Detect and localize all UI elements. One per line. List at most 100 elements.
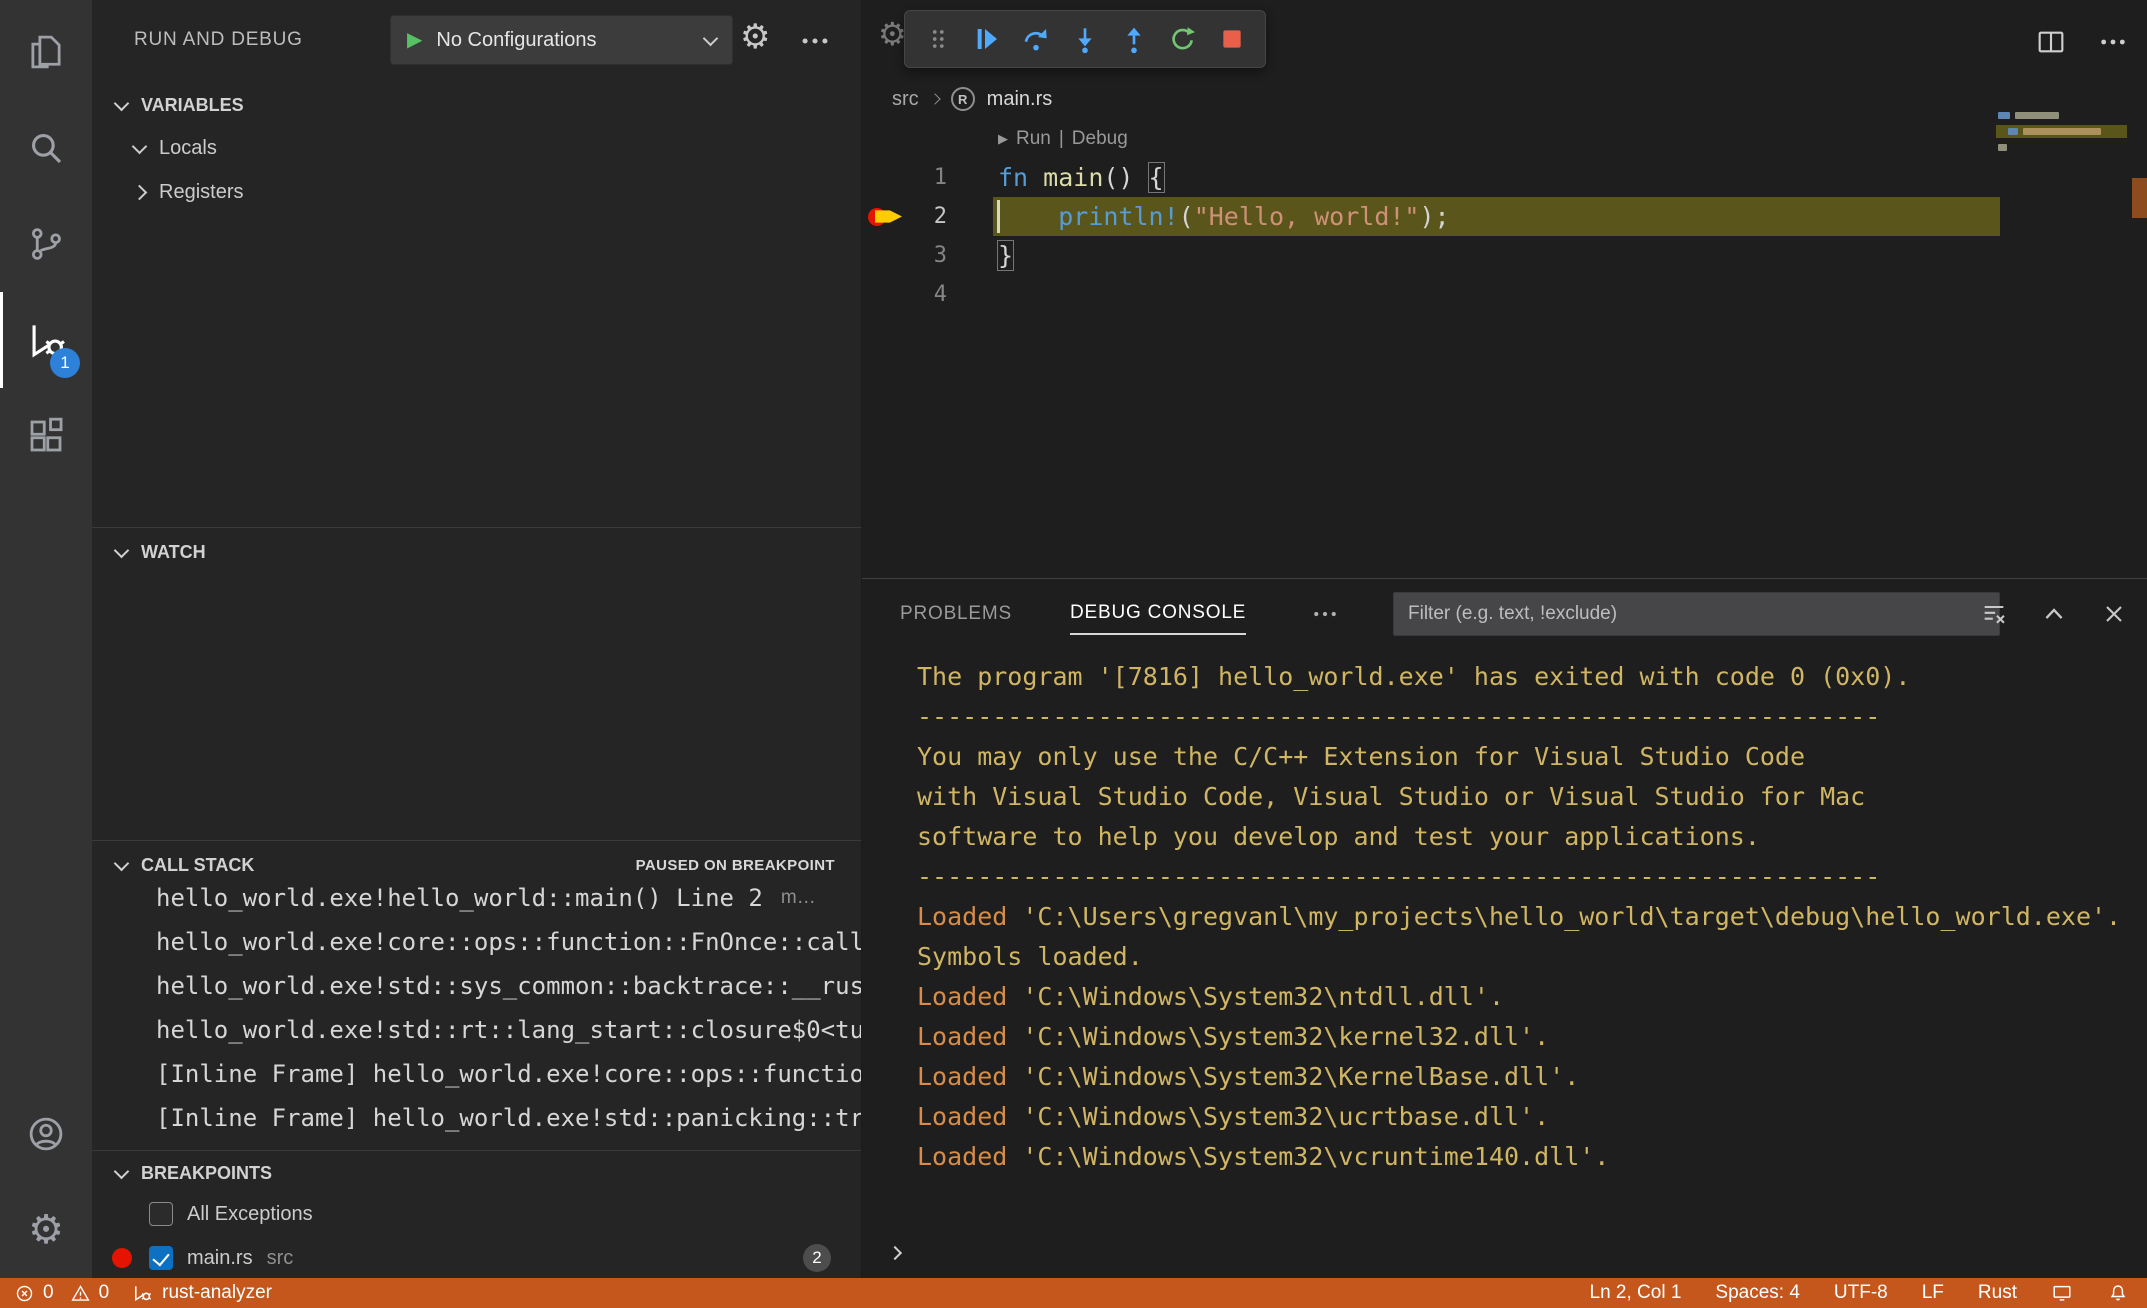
step-into-button[interactable] bbox=[1065, 17, 1105, 61]
gutter[interactable]: 3 bbox=[862, 236, 993, 275]
breakpoint-label: main.rs bbox=[187, 1247, 253, 1270]
line-number: 4 bbox=[934, 282, 947, 307]
codelens-run-link[interactable]: Run bbox=[1016, 128, 1051, 150]
section-watch-header[interactable]: WATCH bbox=[92, 531, 861, 573]
breakpoint-row-all-exceptions[interactable]: All Exceptions bbox=[92, 1192, 861, 1236]
split-editor-button[interactable] bbox=[2033, 20, 2069, 64]
code-content-current-line: println!("Hello, world!"); bbox=[993, 197, 2000, 236]
code-line-2: 2 println!("Hello, world!"); bbox=[862, 197, 2000, 236]
activity-item-explorer[interactable] bbox=[0, 4, 92, 100]
stack-frame[interactable]: [Inline Frame] hello_world.exe!core::ops… bbox=[92, 1052, 861, 1096]
activity-item-search[interactable] bbox=[0, 100, 92, 196]
gear-icon[interactable]: ⚙ bbox=[878, 18, 907, 50]
activity-item-extensions[interactable] bbox=[0, 388, 92, 484]
rust-analyzer-status[interactable]: rust-analyzer bbox=[131, 1282, 272, 1305]
console-line: ----------------------------------------… bbox=[917, 697, 2127, 737]
frame-label: hello_world.exe!core::ops::function::FnO… bbox=[156, 928, 861, 956]
code-content: } bbox=[993, 236, 2000, 275]
activity-item-source-control[interactable] bbox=[0, 196, 92, 292]
breakpoint-path: src bbox=[267, 1247, 294, 1270]
language-status[interactable]: Rust bbox=[1978, 1282, 2017, 1304]
cursor-position[interactable]: Ln 2, Col 1 bbox=[1590, 1282, 1682, 1304]
code-line-4: 4 bbox=[862, 275, 2000, 314]
panel-more-actions-button[interactable] bbox=[1310, 599, 1340, 629]
rust-analyzer-label: rust-analyzer bbox=[162, 1282, 272, 1304]
tree-item-registers[interactable]: Registers bbox=[92, 170, 861, 214]
stack-frame[interactable]: hello_world.exe!std::rt::lang_start::clo… bbox=[92, 1008, 861, 1052]
debug-settings-gear-icon[interactable]: ⚙ bbox=[740, 20, 770, 54]
minimap[interactable] bbox=[1998, 112, 2125, 208]
code-editor[interactable]: ▶ Run | Debug 1 fn main() { bbox=[862, 119, 2000, 314]
editor-more-actions-button[interactable] bbox=[2095, 20, 2131, 64]
stack-frame[interactable]: hello_world.exe!hello_world::main() Line… bbox=[92, 876, 861, 920]
indent-status[interactable]: Spaces: 4 bbox=[1715, 1282, 1800, 1304]
remote-icon[interactable] bbox=[2051, 1282, 2073, 1304]
tree-item-locals[interactable]: Locals bbox=[92, 126, 861, 170]
frame-source: m… bbox=[781, 887, 816, 909]
console-line: Loaded 'C:\Users\gregvanl\my_projects\he… bbox=[917, 897, 2127, 977]
activity-item-accounts[interactable] bbox=[0, 1086, 92, 1182]
continue-button[interactable] bbox=[967, 17, 1007, 61]
tree-item-label: Registers bbox=[159, 181, 243, 204]
checkbox-unchecked[interactable] bbox=[149, 1202, 173, 1226]
notifications-bell-icon[interactable] bbox=[2107, 1282, 2129, 1304]
panel-actions bbox=[1979, 592, 2129, 636]
section-breakpoints-header[interactable]: BREAKPOINTS bbox=[92, 1152, 861, 1194]
section-divider bbox=[92, 1150, 861, 1151]
toolbar-grip-handle[interactable] bbox=[918, 17, 958, 61]
gutter[interactable]: 2 bbox=[862, 197, 993, 236]
close-panel-button[interactable] bbox=[2099, 599, 2129, 629]
tab-problems[interactable]: PROBLEMS bbox=[900, 603, 1012, 625]
stack-frame[interactable]: hello_world.exe!core::ops::function::FnO… bbox=[92, 920, 861, 964]
activity-item-run-and-debug[interactable]: 1 bbox=[0, 292, 92, 388]
gutter[interactable]: 1 bbox=[862, 158, 993, 197]
breadcrumb-file[interactable]: main.rs bbox=[987, 88, 1053, 111]
checkbox-checked[interactable] bbox=[149, 1246, 173, 1270]
console-line: Loaded 'C:\Windows\System32\kernel32.dll… bbox=[917, 1017, 2127, 1057]
console-filter-input[interactable] bbox=[1393, 592, 2000, 636]
eol-status[interactable]: LF bbox=[1922, 1282, 1944, 1304]
activity-item-settings[interactable]: ⚙ bbox=[0, 1182, 92, 1278]
debug-console-output: The program '[7816] hello_world.exe' has… bbox=[862, 649, 2147, 1228]
breadcrumb-folder[interactable]: src bbox=[892, 88, 919, 111]
sidebar-more-actions-button[interactable] bbox=[798, 24, 832, 58]
breakpoint-row-main-rs[interactable]: main.rs src 2 bbox=[92, 1236, 861, 1278]
step-out-button[interactable] bbox=[1114, 17, 1154, 61]
gutter[interactable] bbox=[862, 119, 993, 158]
restart-button[interactable] bbox=[1163, 17, 1203, 61]
section-variables-header[interactable]: VARIABLES bbox=[92, 84, 861, 126]
current-line-breakpoint-indicator[interactable] bbox=[868, 206, 902, 228]
collapse-panel-button[interactable] bbox=[2039, 599, 2069, 629]
status-bar: 0 0 rust-analyzer Ln 2, Col 1 Spaces: 4 bbox=[0, 1278, 2147, 1308]
section-divider bbox=[92, 840, 861, 841]
gutter[interactable]: 4 bbox=[862, 275, 993, 314]
start-debugging-icon[interactable]: ▶ bbox=[407, 30, 422, 50]
config-dropdown-label: No Configurations bbox=[436, 29, 596, 52]
tab-debug-console[interactable]: DEBUG CONSOLE bbox=[1070, 602, 1246, 635]
sidebar-title: RUN AND DEBUG bbox=[134, 29, 303, 51]
console-line: Loaded 'C:\Windows\System32\ucrtbase.dll… bbox=[917, 1097, 2127, 1137]
frame-label: hello_world.exe!hello_world::main() Line… bbox=[156, 884, 763, 912]
breadcrumb: src R main.rs bbox=[892, 84, 1052, 114]
encoding-status[interactable]: UTF-8 bbox=[1834, 1282, 1888, 1304]
clear-console-button[interactable] bbox=[1979, 599, 2009, 629]
codelens-debug-link[interactable]: Debug bbox=[1072, 128, 1128, 150]
editor-area[interactable]: ⚙ bbox=[862, 0, 2147, 578]
console-line: software to help you develop and test yo… bbox=[917, 817, 2127, 857]
paused-on-breakpoint-status: PAUSED ON BREAKPOINT bbox=[636, 857, 835, 874]
source-control-icon bbox=[25, 223, 67, 265]
extensions-icon bbox=[25, 415, 67, 457]
section-label: VARIABLES bbox=[141, 95, 244, 116]
stop-button[interactable] bbox=[1212, 17, 1252, 61]
stack-frame[interactable]: [Inline Frame] hello_world.exe!std::pani… bbox=[92, 1096, 861, 1140]
panel-header: PROBLEMS DEBUG CONSOLE bbox=[862, 579, 2147, 649]
step-over-button[interactable] bbox=[1016, 17, 1056, 61]
frame-label: hello_world.exe!std::rt::lang_start::clo… bbox=[156, 1016, 861, 1044]
stack-frame[interactable]: hello_world.exe!std::sys_common::backtra… bbox=[92, 964, 861, 1008]
activity-bar-spacer bbox=[0, 484, 92, 1086]
status-bar-right: Ln 2, Col 1 Spaces: 4 UTF-8 LF Rust bbox=[1590, 1282, 2147, 1304]
problems-status[interactable]: 0 0 bbox=[14, 1282, 109, 1304]
console-input[interactable] bbox=[862, 1228, 2147, 1278]
launch-config-dropdown[interactable]: ▶ No Configurations bbox=[390, 15, 733, 65]
console-line: Loaded 'C:\Windows\System32\KernelBase.d… bbox=[917, 1057, 2127, 1097]
